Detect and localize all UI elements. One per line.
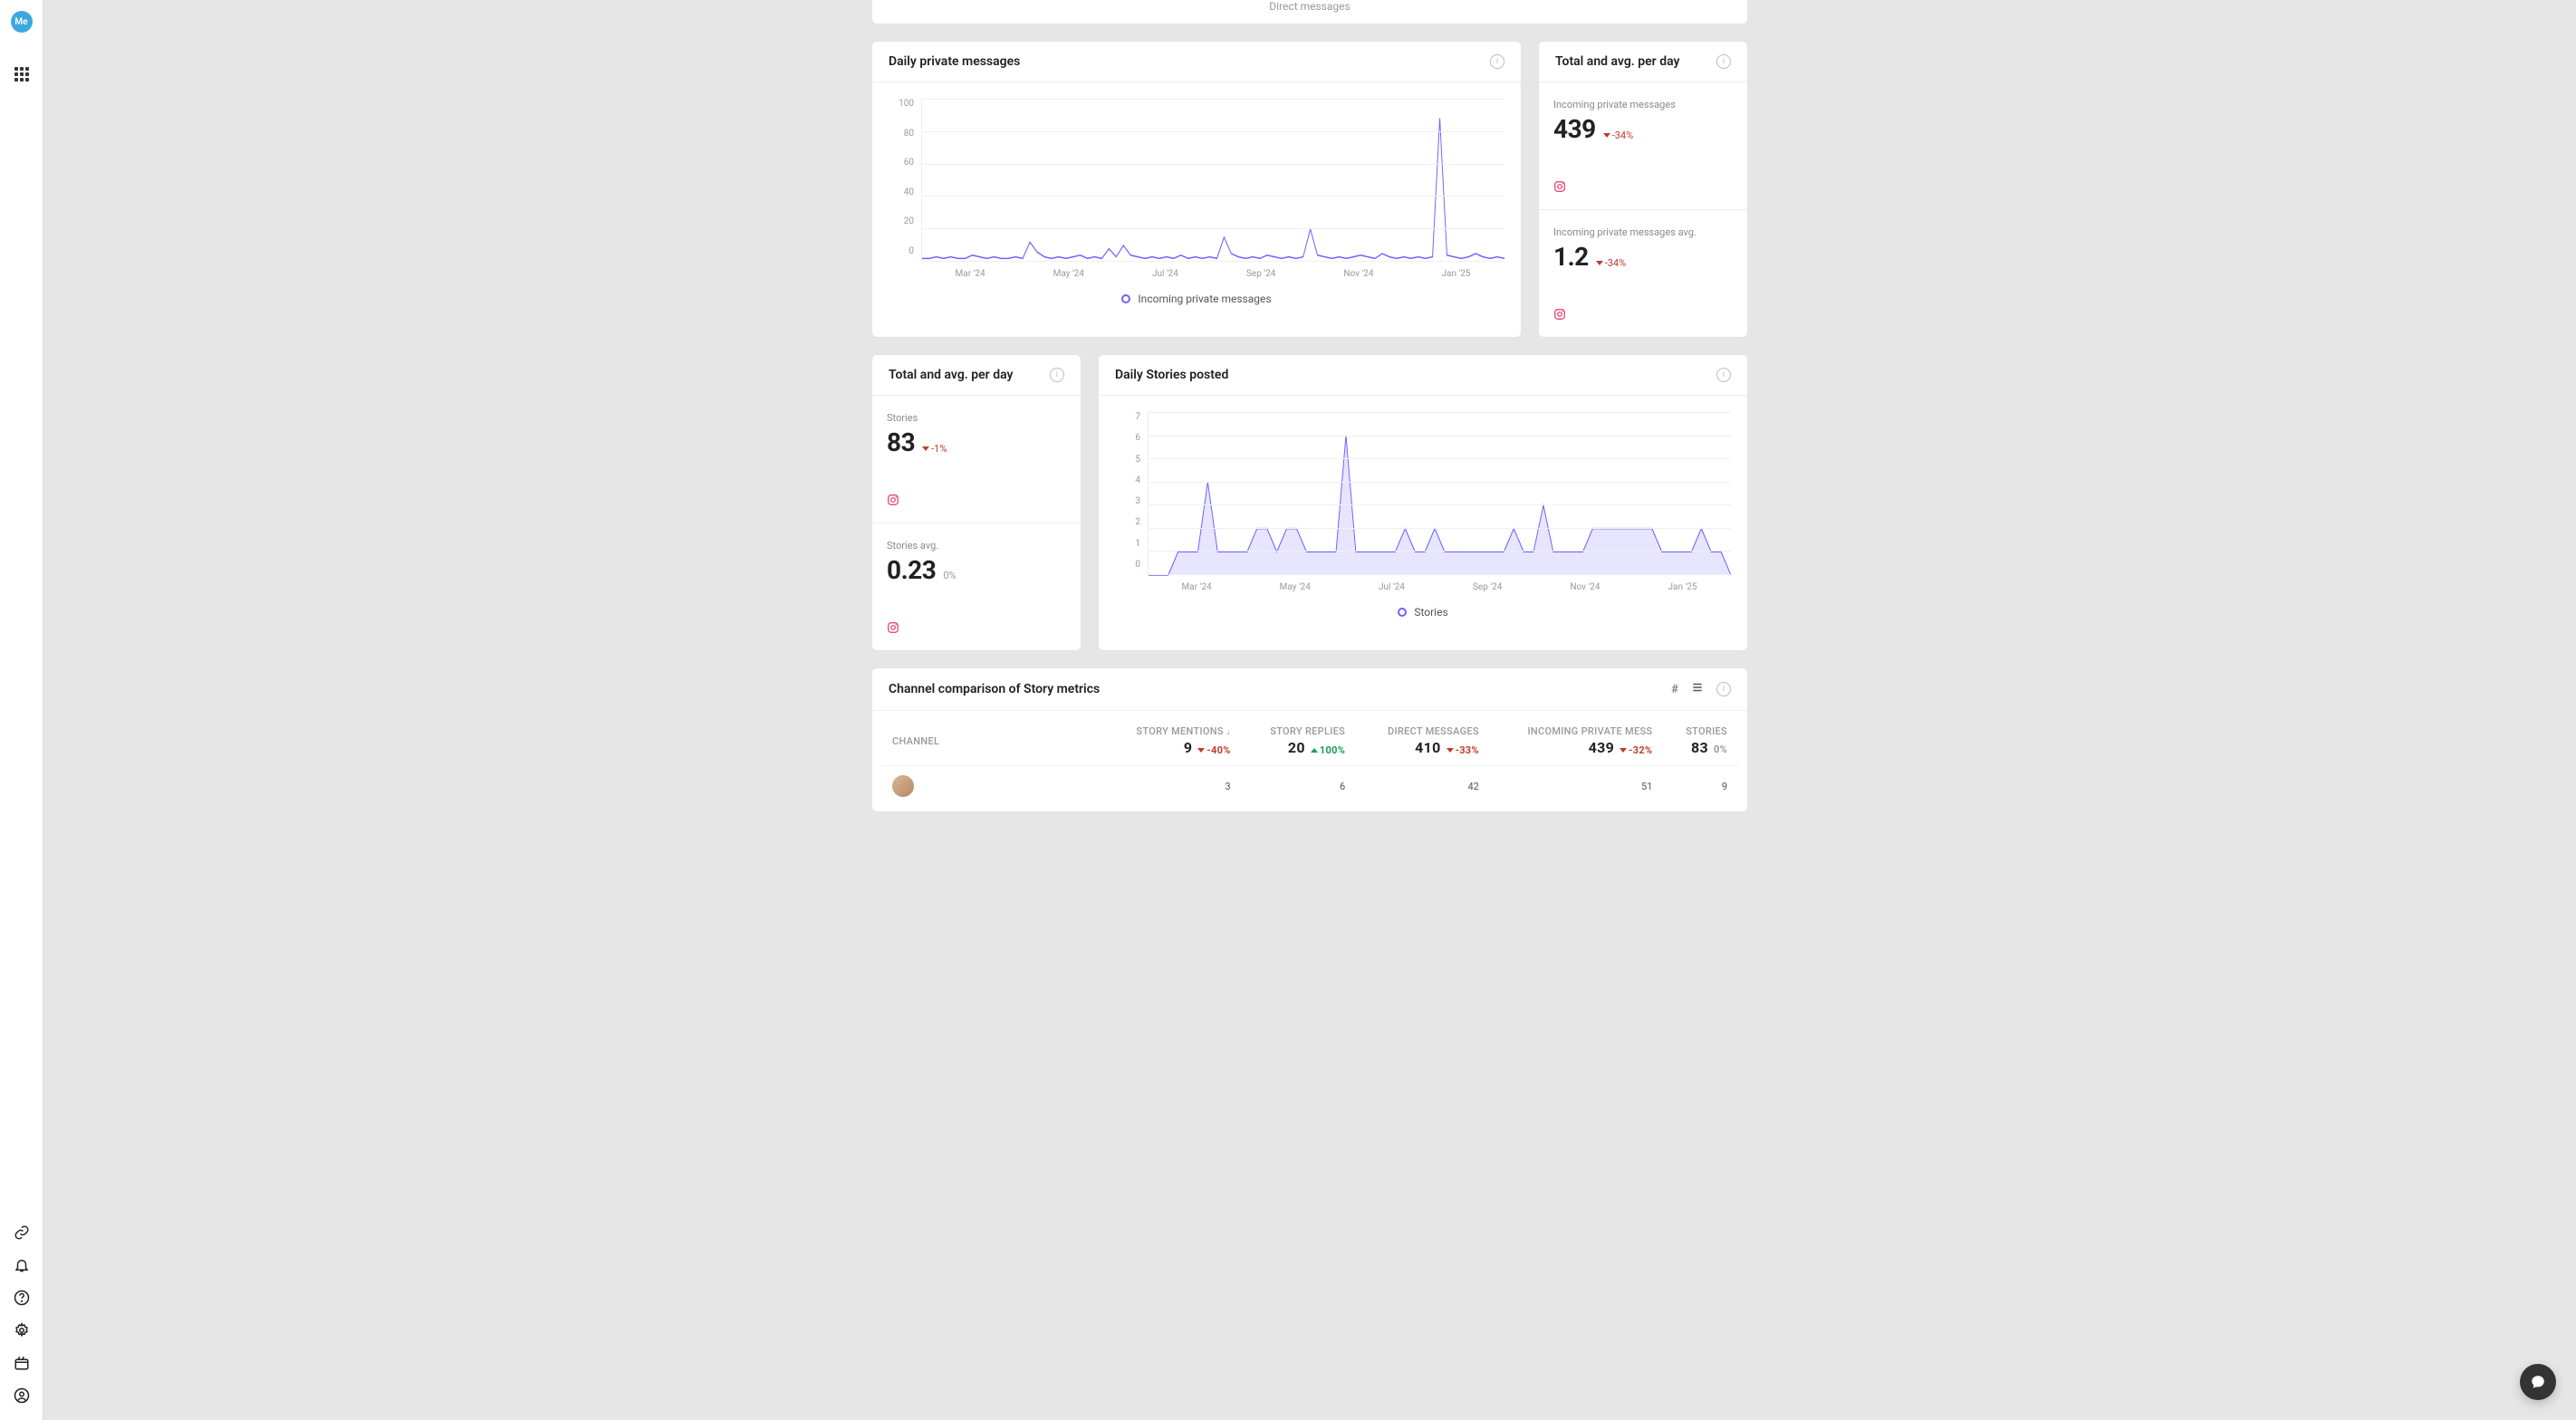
comparison-table: CHANNEL STORY MENTIONS↓ 9-40% [881,716,1738,806]
daily-stories-posted-card: Daily Stories posted i 76543210 Mar '24M… [1098,354,1748,651]
metric-delta: 0% [943,570,956,581]
link-icon[interactable] [14,1224,30,1241]
metric-incoming-messages: Incoming private messages 439 -34% [1539,82,1747,210]
dsp-chart [1149,412,1731,575]
total-avg-left-card: Total and avg. per day i Stories 83 -1% [871,354,1081,651]
metric-value: 1.2 [1553,242,1589,272]
chart-yaxis: 76543210 [1115,412,1146,570]
total-avg-right-card: Total and avg. per day i Incoming privat… [1538,41,1748,338]
col-inc[interactable]: INCOMING PRIVATE MESS 439-32% [1490,716,1664,766]
daily-private-messages-card: Daily private messages i 100806040200 [871,41,1522,338]
chart-yaxis: 100806040200 [889,99,919,256]
col-mentions[interactable]: STORY MENTIONS↓ 9-40% [1104,716,1242,766]
main-content: Direct messages Daily private messages i… [43,0,2576,1420]
card-title: Total and avg. per day [1555,54,1679,69]
hash-view-icon[interactable]: # [1671,683,1678,696]
instagram-icon [887,621,1066,638]
metric-delta: -34% [1596,257,1626,269]
list-view-icon[interactable] [1691,681,1704,697]
metric-stories-avg: Stories avg. 0.23 0% [872,523,1081,650]
chart-xaxis: Mar '24May '24Jul '24Sep '24Nov '24Jan '… [1148,575,1731,592]
col-dm[interactable]: DIRECT MESSAGES 410-33% [1356,716,1490,766]
chart-legend: Stories [1115,590,1731,619]
metric-label: Incoming private messages avg. [1553,226,1733,238]
metric-label: Incoming private messages [1553,99,1733,110]
app-logo[interactable]: Me [11,11,33,33]
channel-avatar [892,775,914,797]
info-icon[interactable]: i [1716,54,1731,69]
metric-delta: -1% [922,443,947,455]
info-icon[interactable]: i [1716,682,1731,696]
metric-incoming-messages-avg: Incoming private messages avg. 1.2 -34% [1539,210,1747,337]
bell-icon[interactable] [14,1257,30,1273]
info-icon[interactable]: i [1490,54,1504,69]
chart-legend: Incoming private messages [889,276,1504,305]
card-title: Daily Stories posted [1115,368,1228,382]
gear-icon[interactable] [14,1322,30,1338]
sort-down-icon: ↓ [1226,728,1231,737]
metric-stories: Stories 83 -1% [872,396,1081,523]
legend-label: Incoming private messages [1138,293,1271,305]
metric-label: Stories [887,412,1066,424]
chat-bubble-button[interactable] [2520,1364,2556,1400]
apps-grid-icon[interactable] [14,67,29,82]
metric-label: Stories avg. [887,540,1066,552]
caret-down-icon [1603,133,1610,138]
caret-down-icon [1596,261,1603,265]
col-stories[interactable]: STORIES 830% [1663,716,1738,766]
top-card-label: Direct messages [1269,0,1350,13]
instagram-icon [1553,180,1733,197]
instagram-icon [887,494,1066,510]
chart-xaxis: Mar '24May '24Jul '24Sep '24Nov '24Jan '… [921,262,1504,279]
top-partial-card: Direct messages [871,0,1748,24]
metric-value: 83 [887,427,915,457]
card-title: Daily private messages [889,54,1020,69]
table-row[interactable]: 3 6 42 51 9 [881,766,1738,807]
instagram-icon [1553,308,1733,324]
clapper-icon[interactable] [14,1355,30,1371]
legend-marker-icon [1121,294,1130,303]
legend-marker-icon [1398,608,1407,617]
account-icon[interactable] [14,1387,30,1404]
metric-delta: -34% [1603,130,1633,141]
col-replies[interactable]: STORY REPLIES 20100% [1242,716,1356,766]
left-sidebar: Me [0,0,43,1420]
metric-value: 439 [1553,114,1596,144]
metric-value: 0.23 [887,555,936,585]
dpm-chart [922,99,1504,262]
col-channel[interactable]: CHANNEL [892,735,1093,747]
caret-down-icon [922,446,929,451]
info-icon[interactable]: i [1716,368,1731,382]
info-icon[interactable]: i [1050,368,1064,382]
legend-label: Stories [1414,606,1447,619]
channel-comparison-card: Channel comparison of Story metrics # i [871,667,1748,812]
card-title: Channel comparison of Story metrics [889,682,1100,696]
card-title: Total and avg. per day [889,368,1013,382]
help-icon[interactable] [14,1290,30,1306]
